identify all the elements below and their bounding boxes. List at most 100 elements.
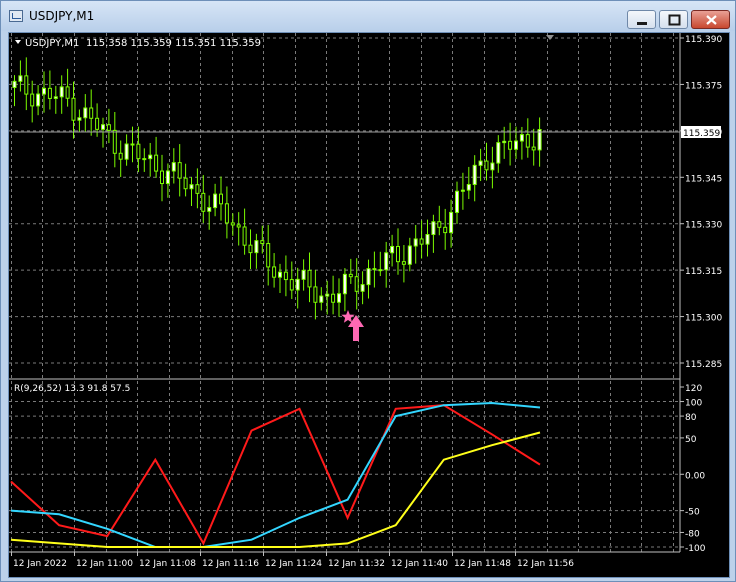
candle-body bbox=[466, 184, 471, 191]
candle-body bbox=[47, 87, 52, 99]
candle-body bbox=[460, 189, 465, 192]
time-tick-label: 12 Jan 2022 bbox=[13, 559, 67, 569]
candle-body bbox=[449, 211, 454, 234]
candle-body bbox=[301, 269, 306, 280]
candle-body bbox=[171, 162, 176, 172]
minimize-button[interactable] bbox=[627, 10, 656, 29]
candle-body bbox=[230, 222, 235, 226]
indicator-tick-label: 100 bbox=[685, 399, 702, 409]
candle-body bbox=[195, 184, 200, 194]
time-tick-label: 12 Jan 11:32 bbox=[328, 559, 385, 569]
candle-body bbox=[531, 146, 536, 151]
candle-body bbox=[106, 124, 111, 131]
candle-body bbox=[124, 143, 129, 160]
indicator-tick-label: 50 bbox=[685, 435, 697, 445]
candle-body bbox=[272, 266, 277, 278]
candle-body bbox=[354, 276, 359, 292]
candle-body bbox=[437, 221, 442, 228]
indicator-label: R(9,26,52) 13.3 91.8 57.5 bbox=[14, 384, 130, 394]
candle-body bbox=[525, 134, 530, 148]
ohlc-readout: 115.358 115.359 115.351 115.359 bbox=[86, 38, 261, 49]
candle-body bbox=[136, 143, 141, 160]
candle-body bbox=[278, 271, 282, 278]
candle-body bbox=[53, 96, 58, 99]
candle-body bbox=[30, 93, 35, 107]
candle-body bbox=[59, 86, 64, 98]
maximize-icon bbox=[668, 14, 681, 26]
candle-body bbox=[154, 154, 159, 172]
indicator-tick-label: 0.00 bbox=[685, 471, 705, 481]
candle-body bbox=[207, 207, 212, 212]
symbol-label: USDJPY,M1 bbox=[25, 38, 79, 49]
title-bar[interactable]: USDJPY,M1 bbox=[1, 1, 735, 31]
candle-body bbox=[490, 162, 495, 171]
candle-body bbox=[295, 278, 300, 291]
candle-body bbox=[289, 279, 294, 291]
candle-body bbox=[472, 164, 477, 186]
price-tick-label: 115.300 bbox=[685, 314, 722, 324]
candle-body bbox=[360, 284, 365, 292]
candle-body bbox=[384, 252, 389, 271]
candle-body bbox=[425, 234, 430, 245]
candle-body bbox=[219, 193, 223, 205]
indicator-tick-label: 80 bbox=[685, 413, 697, 423]
close-icon bbox=[706, 15, 717, 25]
time-tick-label: 12 Jan 11:00 bbox=[76, 559, 133, 569]
time-tick-label: 12 Jan 11:16 bbox=[202, 559, 259, 569]
candle-body bbox=[242, 226, 247, 246]
candle-body bbox=[502, 140, 507, 144]
candle-body bbox=[213, 193, 218, 209]
candle-body bbox=[101, 124, 105, 130]
candle-body bbox=[455, 190, 459, 213]
candle-body bbox=[419, 238, 424, 245]
time-tick-label: 12 Jan 11:40 bbox=[391, 559, 448, 569]
candle-body bbox=[401, 261, 406, 265]
candle-body bbox=[537, 129, 542, 151]
candle-body bbox=[89, 107, 94, 119]
candle-body bbox=[95, 117, 100, 130]
candle-body bbox=[508, 140, 513, 150]
candle-body bbox=[24, 75, 29, 95]
chart-canvas[interactable]: 115.390115.375115.360115.345115.330115.3… bbox=[9, 33, 729, 577]
price-tick-label: 115.390 bbox=[685, 35, 722, 45]
candle-body bbox=[83, 107, 88, 119]
candle-body bbox=[313, 286, 318, 303]
time-tick-label: 12 Jan 11:56 bbox=[517, 559, 574, 569]
candle-body bbox=[496, 142, 501, 164]
candle-body bbox=[348, 273, 353, 278]
candle-body bbox=[65, 86, 70, 99]
candle-body bbox=[390, 245, 395, 254]
candle-body bbox=[519, 134, 524, 142]
indicator-tick-label: -80 bbox=[685, 529, 700, 539]
maximize-button[interactable] bbox=[659, 10, 688, 29]
price-tick-label: 115.315 bbox=[685, 267, 722, 277]
candle-body bbox=[478, 160, 483, 166]
candle-body bbox=[413, 238, 418, 247]
candle-body bbox=[77, 117, 82, 121]
chart-area[interactable]: 115.390115.375115.360115.345115.330115.3… bbox=[8, 32, 730, 578]
candle-body bbox=[224, 203, 229, 224]
candle-body bbox=[325, 293, 330, 297]
candle-body bbox=[337, 293, 341, 303]
candle-body bbox=[254, 240, 259, 254]
candle-body bbox=[118, 152, 123, 160]
symbol-dropdown-icon[interactable] bbox=[15, 40, 21, 44]
candle-body bbox=[407, 245, 412, 265]
candle-body bbox=[484, 160, 489, 171]
candle-body bbox=[443, 226, 448, 234]
candle-body bbox=[331, 293, 336, 303]
oscillator-mid-line bbox=[10, 401, 541, 548]
candle-body bbox=[366, 268, 371, 286]
close-button[interactable] bbox=[691, 10, 730, 29]
price-tick-label: 115.330 bbox=[685, 221, 722, 231]
candle-body bbox=[177, 162, 182, 179]
candle-body bbox=[514, 140, 518, 150]
price-tick-label: 115.375 bbox=[685, 81, 722, 91]
candle-body bbox=[18, 75, 23, 82]
indicator-tick-label: -100 bbox=[685, 544, 706, 554]
candle-body bbox=[165, 170, 170, 185]
candle-body bbox=[42, 87, 46, 95]
candle-body bbox=[201, 192, 206, 212]
candle-body bbox=[71, 97, 76, 121]
time-tick-label: 12 Jan 11:24 bbox=[265, 559, 322, 569]
